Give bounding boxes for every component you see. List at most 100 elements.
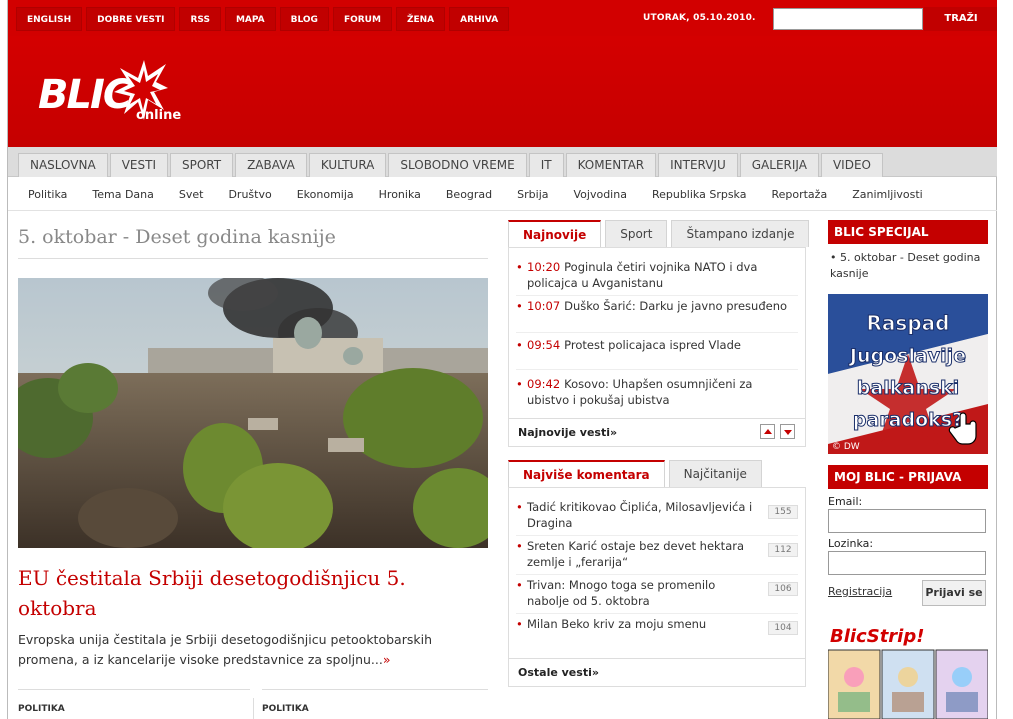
- top-link-rss[interactable]: RSS: [179, 7, 221, 31]
- blic-strip-image: BlicStrip!: [828, 622, 988, 719]
- comment-text: Milan Beko kriv za moju smenu: [527, 617, 707, 631]
- subnav-ekonomija[interactable]: Ekonomija: [297, 188, 354, 201]
- register-link[interactable]: Registracija: [828, 585, 892, 598]
- blic-strip-banner[interactable]: BlicStrip!: [828, 622, 988, 719]
- top-link-zena[interactable]: ŽENA: [395, 7, 446, 31]
- read-more-link[interactable]: »: [383, 652, 391, 667]
- news-time: 10:20: [527, 260, 561, 274]
- top-links: ENGLISH DOBRE VESTI RSS MAPA BLOG FORUM …: [16, 7, 510, 31]
- search-button[interactable]: TRAŽI: [924, 7, 998, 31]
- nav-tab-slobodno-vreme[interactable]: SLOBODNO VREME: [388, 153, 527, 177]
- banner-line-3: balkanski: [857, 377, 959, 399]
- news-time: 10:07: [527, 299, 561, 313]
- subnav-svet[interactable]: Svet: [179, 188, 204, 201]
- other-news-link[interactable]: Ostale vesti»: [508, 658, 806, 687]
- subnav-drustvo[interactable]: Društvo: [228, 188, 271, 201]
- comment-item[interactable]: Milan Beko kriv za moju smenu: [516, 616, 756, 632]
- top-link-mapa[interactable]: MAPA: [224, 7, 276, 31]
- crowd-photo-image: [18, 278, 488, 548]
- moj-blic-login-heading: MOJ BLIC - PRIJAVA: [828, 465, 988, 489]
- subnav-hronika[interactable]: Hronika: [379, 188, 421, 201]
- raspad-jugoslavije-banner[interactable]: Raspad Jugoslavije balkanski paradoks? ©…: [828, 294, 988, 454]
- comment-count: 155: [768, 505, 798, 519]
- section-divider: [253, 698, 254, 719]
- divider: [516, 295, 798, 296]
- top-link-english[interactable]: ENGLISH: [16, 7, 83, 31]
- subnav-srbija[interactable]: Srbija: [517, 188, 548, 201]
- tab-najvise-komentara[interactable]: Najviše komentara: [508, 460, 665, 487]
- comment-count: 104: [768, 621, 798, 635]
- nav-tab-sport[interactable]: SPORT: [169, 153, 234, 177]
- comment-count: 112: [768, 543, 798, 557]
- news-item[interactable]: 09:54Protest policajaca ispred Vlade: [516, 337, 796, 353]
- blic-specijal-heading: BLIC SPECIJAL: [828, 220, 988, 244]
- lead-body: Evropska unija čestitala je Srbiji deset…: [18, 632, 432, 667]
- news-text: Protest policajaca ispred Vlade: [564, 338, 741, 352]
- password-label: Lozinka:: [828, 537, 874, 550]
- subnav-beograd[interactable]: Beograd: [446, 188, 492, 201]
- nav-tab-it[interactable]: IT: [528, 153, 564, 177]
- latest-news-list: 10:20Poginula četiri vojnika NATO i dva …: [508, 247, 806, 447]
- tab-sport[interactable]: Sport: [605, 220, 668, 247]
- special-link[interactable]: • 5. oktobar - Deset godina kasnije: [830, 250, 988, 282]
- main-nav: NASLOVNA VESTI SPORT ZABAVA KULTURA SLOB…: [8, 147, 998, 177]
- banner-image: Raspad Jugoslavije balkanski paradoks? ©…: [828, 294, 988, 454]
- current-date: UTORAK, 05.10.2010.: [643, 13, 756, 23]
- scroll-up-icon[interactable]: [760, 424, 775, 439]
- most-commented-list: Tadić kritikovao Čiplića, Milosavljevića…: [508, 487, 806, 687]
- subnav-tema-dana[interactable]: Tema Dana: [92, 188, 154, 201]
- news-item[interactable]: 10:20Poginula četiri vojnika NATO i dva …: [516, 259, 796, 291]
- nav-tab-komentar[interactable]: KOMENTAR: [565, 153, 657, 177]
- top-link-forum[interactable]: FORUM: [332, 7, 392, 31]
- top-link-arhiva[interactable]: ARHIVA: [449, 7, 510, 31]
- nav-tab-kultura[interactable]: KULTURA: [308, 153, 387, 177]
- nav-tab-galerija[interactable]: GALERIJA: [739, 153, 819, 177]
- top-bar: ENGLISH DOBRE VESTI RSS MAPA BLOG FORUM …: [8, 0, 998, 36]
- subnav-reportaza[interactable]: Reportaža: [771, 188, 827, 201]
- comment-item[interactable]: Sreten Karić ostaje bez devet hektara ze…: [516, 538, 756, 570]
- special-link-text: 5. oktobar - Deset godina kasnije: [830, 251, 981, 280]
- comment-text: Sreten Karić ostaje bez devet hektara ze…: [527, 539, 745, 569]
- search-input[interactable]: [773, 8, 923, 30]
- top-link-blog[interactable]: BLOG: [279, 7, 329, 31]
- divider: [516, 613, 798, 614]
- subnav-republika-srpska[interactable]: Republika Srpska: [652, 188, 747, 201]
- news-item[interactable]: 09:42Kosovo: Uhapšen osumnjičeni za ubis…: [516, 376, 796, 408]
- login-button[interactable]: Prijavi se: [922, 580, 986, 606]
- news-text: Duško Šarić: Darku je javno presuđeno: [564, 299, 788, 313]
- tab-stampano-izdanje[interactable]: Štampano izdanje: [671, 220, 810, 247]
- section-label-politika-right[interactable]: POLITIKA: [262, 689, 488, 714]
- banner-line-2: Jugoslavije: [848, 345, 966, 367]
- tab-najnovije[interactable]: Najnovije: [508, 220, 602, 247]
- news-text: Kosovo: Uhapšen osumnjičeni za ubistvo i…: [527, 377, 753, 407]
- subnav-zanimljivosti[interactable]: Zanimljivosti: [852, 188, 923, 201]
- email-field[interactable]: [828, 509, 986, 533]
- nav-tab-video[interactable]: VIDEO: [820, 153, 883, 177]
- comment-count: 106: [768, 582, 798, 596]
- nav-tab-vesti[interactable]: VESTI: [109, 153, 168, 177]
- banner-credit: © DW: [832, 442, 860, 452]
- divider: [516, 535, 798, 536]
- logo-online: online: [136, 108, 182, 123]
- comment-text: Trivan: Mnogo toga se promenilo nabolje …: [527, 578, 716, 608]
- comment-item[interactable]: Tadić kritikovao Čiplića, Milosavljevića…: [516, 499, 756, 531]
- scroll-down-icon[interactable]: [780, 424, 795, 439]
- divider: [516, 332, 798, 333]
- news-item[interactable]: 10:07Duško Šarić: Darku je javno presuđe…: [516, 298, 796, 314]
- top-link-dobre-vesti[interactable]: DOBRE VESTI: [86, 7, 176, 31]
- comment-item[interactable]: Trivan: Mnogo toga se promenilo nabolje …: [516, 577, 756, 609]
- subnav-vojvodina[interactable]: Vojvodina: [574, 188, 627, 201]
- password-field[interactable]: [828, 551, 986, 575]
- lead-photo[interactable]: [18, 278, 488, 548]
- nav-tab-naslovna[interactable]: NASLOVNA: [18, 153, 108, 177]
- nav-tab-zabava[interactable]: ZABAVA: [235, 153, 307, 177]
- comments-tabs: Najviše komentara Najčitanije: [508, 460, 762, 487]
- header: BLIC online: [8, 36, 998, 147]
- main-headline-link[interactable]: EU čestitala Srbiji desetogodišnjicu 5. …: [18, 563, 488, 623]
- section-label-politika-left[interactable]: POLITIKA: [18, 689, 250, 714]
- latest-tabs: Najnovije Sport Štampano izdanje: [508, 220, 810, 247]
- subnav-politika[interactable]: Politika: [28, 188, 67, 201]
- nav-tab-intervju[interactable]: INTERVJU: [658, 153, 738, 177]
- strip-title: BlicStrip!: [830, 626, 924, 647]
- tab-najcitanije[interactable]: Najčitanije: [668, 460, 762, 487]
